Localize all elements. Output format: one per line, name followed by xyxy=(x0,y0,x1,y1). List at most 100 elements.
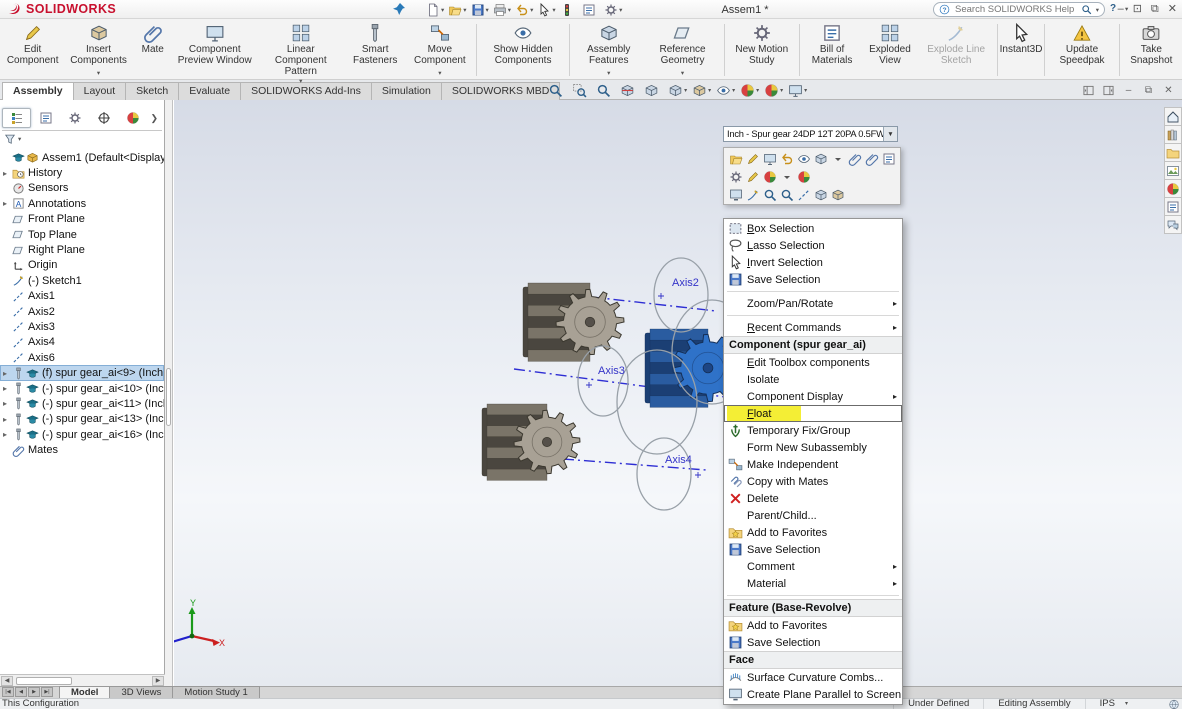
context-toolbar-button[interactable] xyxy=(795,187,812,203)
context-toolbar-button[interactable] xyxy=(778,187,795,203)
status-units[interactable]: IPS xyxy=(1100,699,1115,709)
task-pane-button[interactable] xyxy=(1164,161,1182,180)
menubar-menu[interactable] xyxy=(192,0,210,19)
view-tool-button[interactable]: ▾ xyxy=(642,83,665,98)
view-tool-button[interactable]: ▾ xyxy=(546,83,569,98)
context-toolbar-button[interactable] xyxy=(795,169,812,185)
doc-restore-button[interactable]: ⧉ xyxy=(1143,85,1154,96)
pane-left-icon[interactable] xyxy=(1083,85,1094,96)
tree-item[interactable]: Axis1 xyxy=(0,289,164,304)
view-tool-button[interactable]: ▾ xyxy=(594,83,617,98)
context-toolbar-button[interactable] xyxy=(795,151,812,167)
dropdown-arrow-icon[interactable]: ▾ xyxy=(780,87,783,94)
command-tab[interactable]: Sketch xyxy=(125,82,180,100)
expand-arrow-icon[interactable] xyxy=(3,196,12,211)
context-menu-item[interactable]: Create Plane Parallel to Screen ▸ xyxy=(724,686,902,703)
context-menu-item[interactable]: Component Display ▸ xyxy=(724,388,902,405)
tree-item[interactable]: (-) spur gear_ai<10> (Inch - Sp xyxy=(0,381,164,396)
expand-arrow-icon[interactable] xyxy=(3,427,12,442)
minimize-button[interactable]: – xyxy=(1118,2,1124,16)
ribbon-button[interactable]: Component Preview Window ▾ xyxy=(172,21,258,79)
ribbon-button[interactable]: Linear Component Pattern ▾ xyxy=(258,21,344,85)
menubar-menu[interactable] xyxy=(210,0,228,19)
context-menu-item[interactable]: Component (spur gear_ai) ▸ xyxy=(724,336,902,354)
ribbon-button[interactable]: ▾ xyxy=(1118,24,1120,76)
quick-access-button[interactable]: ▾ xyxy=(580,1,602,18)
view-tool-button[interactable]: ▾ xyxy=(618,83,641,98)
task-pane-button[interactable] xyxy=(1164,143,1182,162)
quick-access-button[interactable]: ▾ xyxy=(513,1,535,18)
task-pane-button[interactable] xyxy=(1164,215,1182,234)
tree-item[interactable]: History xyxy=(0,165,164,180)
ribbon-button[interactable]: ▾ xyxy=(569,24,571,76)
context-menu-item[interactable]: Copy with Mates ▸ xyxy=(724,473,902,490)
context-menu-item[interactable]: Save Selection ▸ xyxy=(724,541,902,558)
context-toolbar-button[interactable] xyxy=(829,151,846,167)
quick-access-button[interactable]: ▾ xyxy=(446,1,468,18)
doc-minimize-button[interactable]: – xyxy=(1123,85,1134,96)
dropdown-arrow-icon[interactable]: ▾ xyxy=(530,6,533,14)
ribbon-button[interactable]: ▾ xyxy=(798,24,800,76)
context-menu-item[interactable]: Float ▸ xyxy=(724,405,902,422)
context-toolbar-button[interactable] xyxy=(761,187,778,203)
dropdown-arrow-icon[interactable]: ▾ xyxy=(438,69,441,79)
view-tool-button[interactable]: ▾ xyxy=(738,83,761,98)
pane-right-icon[interactable] xyxy=(1103,85,1114,96)
dropdown-arrow-icon[interactable]: ▾ xyxy=(463,6,466,14)
tree-item[interactable]: (-) spur gear_ai<16> (Inch - Sp xyxy=(0,427,164,442)
next-tab-icon[interactable]: ▶ xyxy=(28,687,40,697)
tree-item[interactable]: Front Plane xyxy=(0,212,164,227)
tree-vertical-scrollbar[interactable] xyxy=(165,100,173,686)
first-tab-icon[interactable]: |◀ xyxy=(2,687,14,697)
context-toolbar-button[interactable] xyxy=(761,169,778,185)
quick-access-button[interactable]: ▾ xyxy=(535,1,557,18)
ribbon-button[interactable]: New Motion Study ▾ xyxy=(728,21,796,79)
toolbox-configuration-select[interactable]: Inch - Spur gear 24DP 12T 20PA 0.5FW ---… xyxy=(723,126,898,142)
context-menu-item[interactable]: Recent Commands ▸ xyxy=(724,319,902,336)
dropdown-arrow-icon[interactable]: ▾ xyxy=(619,6,622,14)
context-toolbar-button[interactable] xyxy=(880,151,897,167)
context-menu-item[interactable]: Isolate ▸ xyxy=(724,371,902,388)
tree-item[interactable]: Origin xyxy=(0,258,164,273)
context-menu-item[interactable]: Face ▸ xyxy=(724,651,902,669)
quick-access-button[interactable]: ▾ xyxy=(558,1,580,18)
last-tab-icon[interactable]: ▶| xyxy=(41,687,53,697)
expand-arrow-icon[interactable] xyxy=(3,381,12,396)
tree-horizontal-scrollbar[interactable]: ◀ ▶ xyxy=(0,674,165,686)
menubar-menu[interactable] xyxy=(228,0,246,19)
tree-item[interactable]: Axis6 xyxy=(0,350,164,365)
help-search-box[interactable]: ? ▾ xyxy=(933,2,1105,17)
quick-access-button[interactable]: ▾ xyxy=(491,1,513,18)
scroll-left-icon[interactable]: ◀ xyxy=(1,675,13,686)
motion-tab[interactable]: Motion Study 1 xyxy=(172,686,260,698)
task-pane-button[interactable] xyxy=(1164,107,1182,126)
tree-item[interactable]: (f) spur gear_ai<9> (Inch - Spu xyxy=(0,365,164,381)
ribbon-button[interactable]: Edit Component ▾ xyxy=(2,21,63,79)
tree-item[interactable]: (-) spur gear_ai<11> (Inch - Sp xyxy=(0,396,164,411)
command-tab[interactable]: Simulation xyxy=(370,82,442,100)
menubar-menu[interactable] xyxy=(120,0,138,19)
task-pane-button[interactable] xyxy=(1164,197,1182,216)
dropdown-arrow-icon[interactable]: ▾ xyxy=(508,6,511,14)
context-menu-item[interactable]: Add to Favorites ▸ xyxy=(724,617,902,634)
context-menu-item[interactable]: Box Selection ▸ xyxy=(724,220,902,237)
ribbon-button[interactable]: Explode Line Sketch ▾ xyxy=(919,21,994,79)
dropdown-arrow-icon[interactable]: ▾ xyxy=(441,6,444,14)
ribbon-button[interactable]: ▾ xyxy=(476,24,478,76)
command-tab[interactable]: Layout xyxy=(72,82,127,100)
command-tab[interactable]: Evaluate xyxy=(178,82,242,100)
dropdown-arrow-icon[interactable]: ▾ xyxy=(607,69,610,79)
context-toolbar-button[interactable] xyxy=(727,187,744,203)
command-tab[interactable]: SOLIDWORKS Add-Ins xyxy=(240,82,372,100)
task-pane-button[interactable] xyxy=(1164,125,1182,144)
units-dropdown-arrow-icon[interactable]: ▾ xyxy=(1125,699,1128,709)
context-menu-item[interactable]: ▸ xyxy=(724,592,902,599)
panel-tab[interactable] xyxy=(60,108,89,128)
ribbon-button[interactable]: Update Speedpak ▾ xyxy=(1048,21,1115,79)
context-menu-item[interactable]: Parent/Child... ▸ xyxy=(724,507,902,524)
context-menu-item[interactable]: Lasso Selection ▸ xyxy=(724,237,902,254)
filter-dropdown-arrow-icon[interactable]: ▾ xyxy=(18,135,21,143)
context-toolbar-button[interactable] xyxy=(778,151,795,167)
view-tool-button[interactable]: ▾ xyxy=(714,83,737,98)
view-tool-button[interactable]: ▾ xyxy=(570,83,593,98)
